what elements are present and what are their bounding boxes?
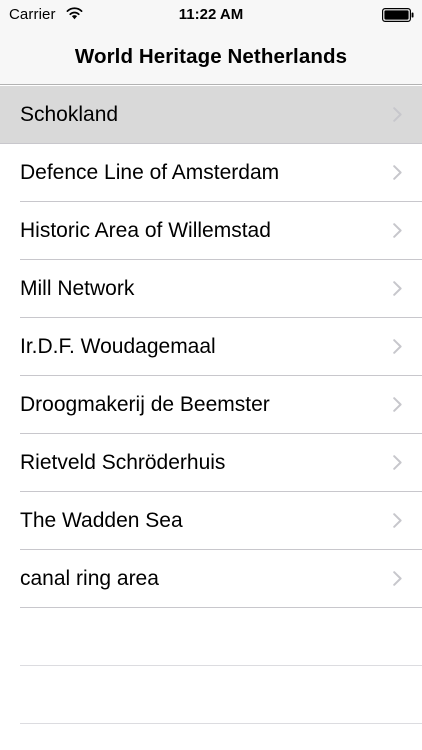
list-item-label: Droogmakerij de Beemster <box>20 393 270 416</box>
list-item-label: Mill Network <box>20 277 135 300</box>
heritage-list: Schokland Defence Line of Amsterdam Hist… <box>0 86 422 724</box>
chevron-right-icon <box>393 165 402 180</box>
list-item[interactable]: Mill Network <box>0 260 422 318</box>
chevron-right-icon <box>393 571 402 586</box>
chevron-right-icon <box>393 281 402 296</box>
chevron-right-icon <box>393 107 402 122</box>
list-item[interactable]: Droogmakerij de Beemster <box>0 376 422 434</box>
list-item-label: Rietveld Schröderhuis <box>20 451 226 474</box>
list-item[interactable]: Schokland <box>0 86 422 144</box>
list-item-label: Ir.D.F. Woudagemaal <box>20 335 216 358</box>
empty-row <box>0 608 422 666</box>
status-bar: Carrier 11:22 AM <box>0 0 422 29</box>
chevron-right-icon <box>393 513 402 528</box>
list-item-label: Schokland <box>20 103 119 126</box>
list-item-label: The Wadden Sea <box>20 509 183 532</box>
chevron-right-icon <box>393 397 402 412</box>
list-item-label: canal ring area <box>20 567 159 590</box>
list-item[interactable]: The Wadden Sea <box>0 492 422 550</box>
row-separator <box>20 723 422 724</box>
list-item[interactable]: Rietveld Schröderhuis <box>0 434 422 492</box>
battery-icon <box>382 8 414 22</box>
chevron-right-icon <box>393 223 402 238</box>
empty-row <box>0 666 422 724</box>
list-item[interactable]: Ir.D.F. Woudagemaal <box>0 318 422 376</box>
list-item[interactable]: Historic Area of Willemstad <box>0 202 422 260</box>
list-item[interactable]: Defence Line of Amsterdam <box>0 144 422 202</box>
navigation-bar: World Heritage Netherlands <box>0 29 422 85</box>
chevron-right-icon <box>393 339 402 354</box>
screen: Carrier 11:22 AM World Heritage Netherla… <box>0 0 422 750</box>
list-item[interactable]: canal ring area <box>0 550 422 608</box>
list-item-label: Defence Line of Amsterdam <box>20 161 280 184</box>
chevron-right-icon <box>393 455 402 470</box>
status-time: 11:22 AM <box>178 6 244 23</box>
nav-title: World Heritage Netherlands <box>74 45 348 68</box>
list-item-label: Historic Area of Willemstad <box>20 219 271 242</box>
